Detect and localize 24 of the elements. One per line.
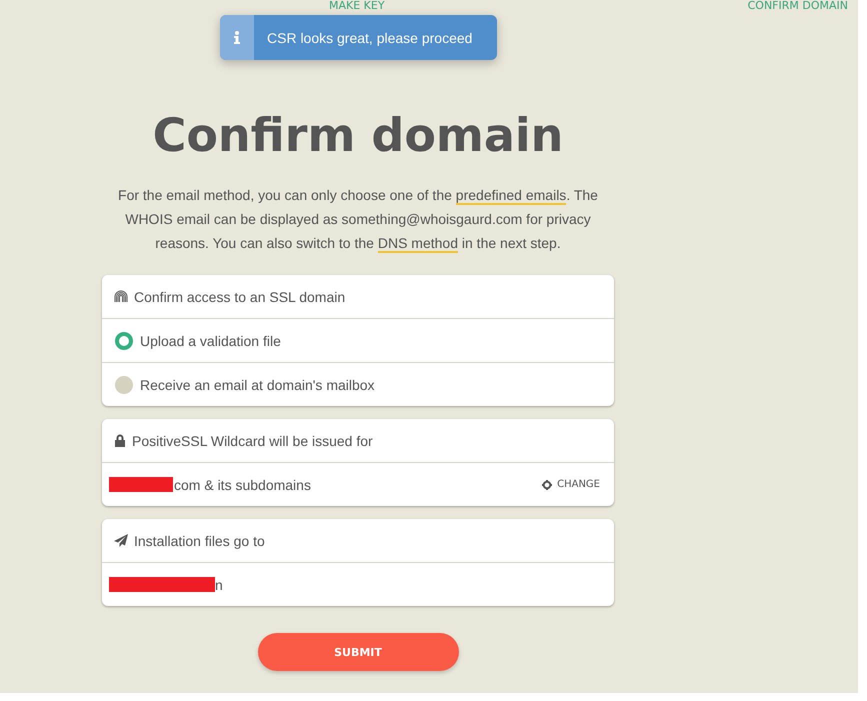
change-button[interactable]: CHANGE <box>540 477 602 492</box>
radio-option[interactable]: Upload a validation file <box>102 319 614 363</box>
card-title: Confirm access to an SSL domain <box>134 288 346 304</box>
domain-text: com & its subdomains <box>174 476 311 492</box>
page-title: Confirm domain <box>152 107 564 163</box>
card-title: PositiveSSL Wildcard will be issued for <box>132 432 373 448</box>
option-label: Upload a validation file <box>140 332 281 348</box>
radio-button[interactable] <box>115 376 133 394</box>
radio-button[interactable] <box>115 332 133 350</box>
submit-button[interactable]: SUBMIT <box>258 633 458 671</box>
radio-option[interactable]: Receive an email at domain's mailbox <box>102 363 614 406</box>
fingerprint-icon <box>114 290 128 303</box>
text-link[interactable]: DNS method <box>378 235 458 253</box>
card-title: Installation files go to <box>134 532 265 548</box>
paper-plane-icon <box>114 534 128 547</box>
redaction-bar <box>109 477 173 492</box>
option-label: Receive an email at domain's mailbox <box>140 376 375 392</box>
lock-icon <box>114 434 126 447</box>
toast-message: CSR looks great, please proceed <box>267 30 472 46</box>
path-text: n <box>215 576 223 592</box>
intro-text: For the email method, you can only choose one of the predefined emails. The WHOIS email can be displayed as something@whoisgaurd.com for privacy reasons. You can also switch to the DNS method in the next step. <box>117 186 599 255</box>
info-icon <box>234 31 240 44</box>
text-link[interactable]: predefined emails <box>456 187 566 205</box>
gear-icon <box>542 480 552 490</box>
